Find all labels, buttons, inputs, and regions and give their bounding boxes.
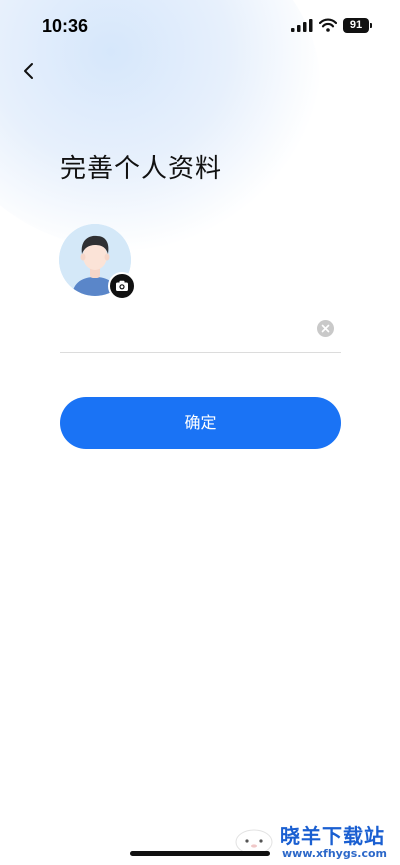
status-time: 10:36 (42, 16, 89, 36)
watermark-title: 晓羊下载站 (280, 824, 385, 848)
page-title: 完善个人资料 (60, 154, 223, 184)
battery-icon: 91 (343, 18, 373, 33)
back-button[interactable] (16, 58, 42, 84)
camera-icon (116, 280, 128, 291)
clear-input-button[interactable] (317, 320, 334, 337)
wifi-icon (319, 18, 337, 32)
watermark: 晓羊下载站 www.xfhygs.com (230, 818, 400, 865)
signal-icon (291, 19, 313, 32)
avatar-picker[interactable] (59, 224, 136, 300)
app-screen: 10:36 91 完善个人资料 确定 晓羊下载站 www.xfhygs.com (0, 0, 400, 865)
camera-badge[interactable] (108, 272, 136, 300)
battery-tip (370, 23, 372, 28)
chevron-left-icon (24, 63, 33, 79)
nickname-input[interactable] (60, 316, 305, 344)
clear-icon (321, 324, 330, 333)
status-bar: 10:36 91 (0, 0, 400, 50)
home-indicator (130, 851, 270, 856)
battery-level: 91 (343, 18, 369, 33)
nickname-field (60, 310, 341, 353)
watermark-url: www.xfhygs.com (282, 847, 387, 860)
confirm-button[interactable]: 确定 (60, 397, 341, 449)
